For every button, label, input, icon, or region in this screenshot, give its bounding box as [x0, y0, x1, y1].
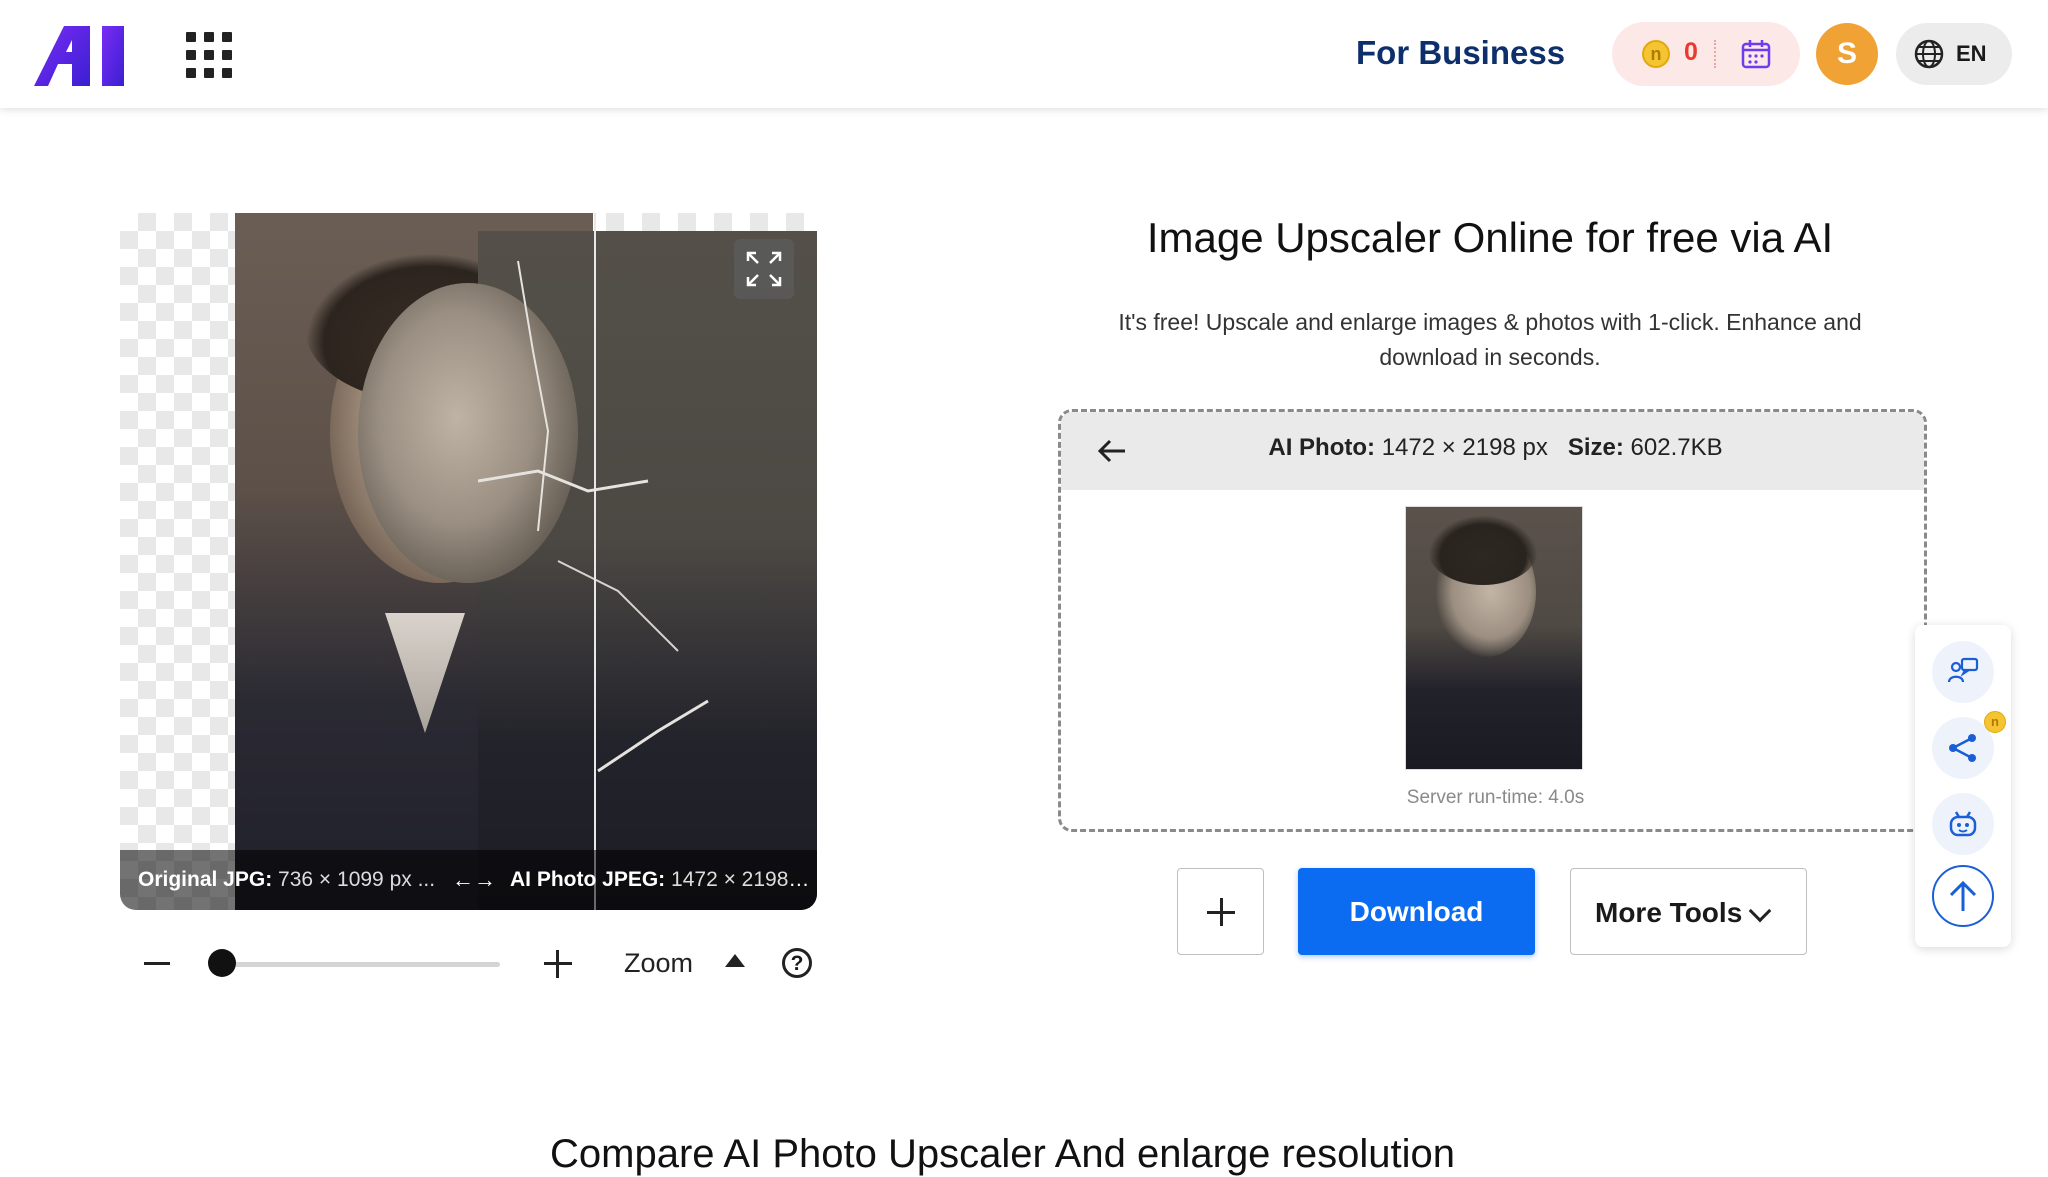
- download-button[interactable]: Download: [1298, 868, 1535, 955]
- fullscreen-button[interactable]: [734, 239, 794, 299]
- share-icon: [1949, 734, 1976, 762]
- photo-label: AI Photo:: [1268, 434, 1376, 461]
- calendar-icon[interactable]: [1740, 38, 1772, 70]
- size-value: 602.7KB: [1630, 434, 1723, 461]
- original-dims: 736 × 1099 px ...: [278, 868, 436, 891]
- expand-icon: [746, 251, 782, 287]
- feedback-icon: [1947, 657, 1979, 683]
- coin-count: 0: [1684, 38, 1698, 66]
- top-header: For Business n 0 S EN: [0, 0, 2048, 108]
- help-icon[interactable]: ?: [782, 948, 812, 978]
- zoom-slider[interactable]: [214, 962, 500, 967]
- divider: [1714, 40, 1716, 68]
- chevron-down-icon: [1748, 899, 1772, 923]
- result-info: AI Photo: 1472 × 2198 px Size: 602.7KB: [1061, 434, 1924, 462]
- ai-dims: 1472 × 2198 ...: [671, 868, 810, 891]
- page-subtitle: It's free! Upscale and enlarge images & …: [1118, 309, 1862, 370]
- compare-info-bar: Original JPG: 736 × 1099 px ... ←→ AI Ph…: [120, 850, 817, 910]
- section-heading-partial: Compare AI Photo Upscaler And enlarge re…: [550, 1132, 1455, 1176]
- compare-divider[interactable]: [594, 213, 596, 910]
- compare-arrows-icon: ←→: [452, 867, 496, 892]
- scroll-to-top-button[interactable]: [1932, 865, 1994, 927]
- arrow-up-icon: [1949, 880, 1977, 911]
- ai-bot-button[interactable]: [1932, 793, 1994, 855]
- zoom-label[interactable]: Zoom: [624, 948, 693, 979]
- server-runtime: Server run-time: 4.0s: [1406, 787, 1585, 808]
- size-label: Size:: [1567, 434, 1624, 461]
- result-thumbnail[interactable]: [1406, 507, 1582, 769]
- more-tools-button[interactable]: More Tools: [1570, 868, 1807, 955]
- result-panel: AI Photo: 1472 × 2198 px Size: 602.7KB S…: [1058, 409, 1927, 832]
- page-title: Image Upscaler Online for free via AI: [1146, 214, 1834, 261]
- bot-icon: [1949, 811, 1977, 837]
- coin-icon: n: [1642, 40, 1670, 68]
- zoom-out-button[interactable]: [144, 962, 170, 965]
- language-code: EN: [1956, 41, 1987, 66]
- zoom-controls: Zoom ?: [140, 940, 820, 990]
- zoom-slider-handle[interactable]: [208, 949, 236, 977]
- for-business-link[interactable]: For Business: [1356, 34, 1565, 72]
- photo-dims: 1472 × 2198 px: [1381, 434, 1548, 461]
- logo-icon[interactable]: [34, 26, 130, 86]
- language-selector[interactable]: EN: [1896, 23, 2012, 85]
- add-image-button[interactable]: [1177, 868, 1264, 955]
- more-tools-label: More Tools: [1595, 897, 1743, 928]
- feedback-button[interactable]: [1932, 641, 1994, 703]
- compare-viewer[interactable]: Original JPG: 736 × 1099 px ... ←→ AI Ph…: [120, 213, 817, 910]
- coin-badge-icon: n: [1984, 711, 2006, 733]
- zoom-in-button[interactable]: [544, 950, 572, 978]
- ai-photo: [358, 231, 817, 910]
- apps-grid-icon[interactable]: [186, 32, 232, 78]
- floating-toolbar: n: [1915, 625, 2011, 947]
- share-button[interactable]: n: [1932, 711, 2006, 779]
- user-avatar[interactable]: S: [1816, 23, 1878, 85]
- result-header: AI Photo: 1472 × 2198 px Size: 602.7KB: [1061, 412, 1924, 490]
- credits-pill[interactable]: n 0: [1612, 22, 1800, 86]
- ai-label: AI Photo JPEG:: [510, 868, 666, 891]
- original-label: Original JPG:: [138, 868, 273, 891]
- caret-up-icon[interactable]: [725, 954, 745, 967]
- globe-icon: [1914, 39, 1944, 69]
